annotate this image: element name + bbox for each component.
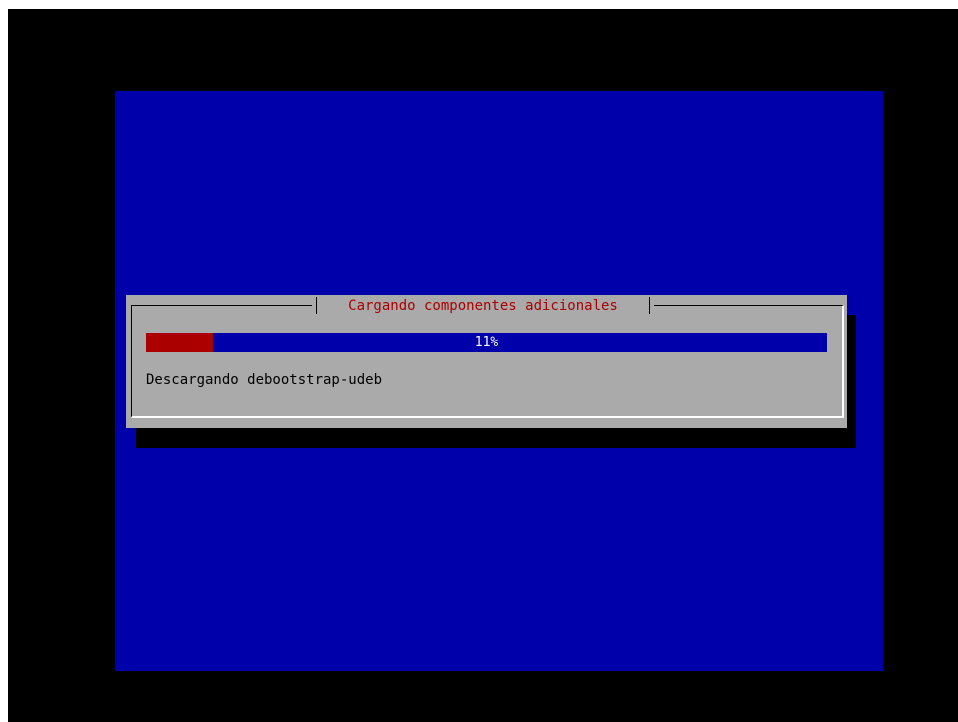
- progress-percent-label: 11%: [474, 335, 499, 350]
- dialog-title: Cargando componentes adicionales: [312, 295, 654, 317]
- title-right-separator: [649, 297, 650, 314]
- dialog-title-text: Cargando componentes adicionales: [348, 298, 618, 314]
- progress-bar: 11%: [146, 333, 827, 352]
- status-message: Descargando debootstrap-udeb: [146, 372, 383, 388]
- progress-dialog: Cargando componentes adicionales 11% Des…: [126, 295, 847, 428]
- dialog-frame: [131, 305, 844, 418]
- title-left-separator: [316, 297, 317, 314]
